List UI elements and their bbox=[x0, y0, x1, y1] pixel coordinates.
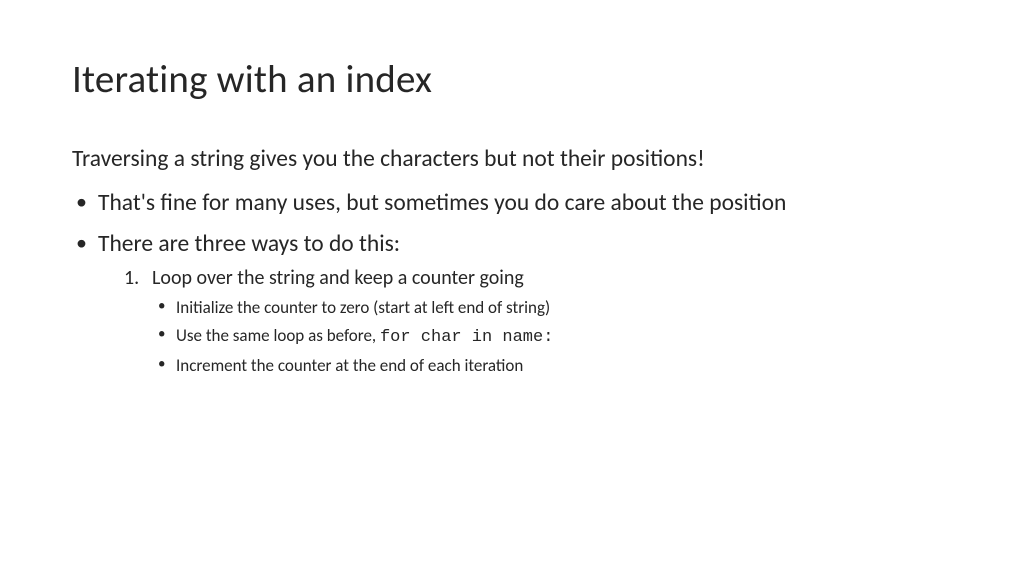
code-snippet: for char in name bbox=[380, 328, 543, 347]
sub-bullet-prefix: Use the same loop as before, bbox=[176, 325, 380, 346]
bullet-text: That's fine for many uses, but sometimes… bbox=[98, 189, 786, 217]
list-item: Loop over the string and keep a counter … bbox=[122, 265, 952, 377]
sub-bullet-text: Initialize the counter to zero (start at… bbox=[176, 297, 550, 318]
numbered-text: Loop over the string and keep a counter … bbox=[152, 266, 524, 290]
sub-bullet-suffix: : bbox=[543, 328, 553, 347]
intro-text: Traversing a string gives you the charac… bbox=[72, 145, 952, 174]
list-item: Use the same loop as before, for char in… bbox=[158, 324, 952, 350]
slide-title: Iterating with an index bbox=[72, 56, 952, 103]
list-item: That's fine for many uses, but sometimes… bbox=[72, 188, 952, 219]
numbered-list: Loop over the string and keep a counter … bbox=[98, 265, 952, 377]
sub-bullet-text: Increment the counter at the end of each… bbox=[176, 355, 523, 376]
bullet-text: There are three ways to do this: bbox=[98, 230, 400, 258]
list-item: Increment the counter at the end of each… bbox=[158, 354, 952, 378]
list-item: There are three ways to do this: Loop ov… bbox=[72, 229, 952, 378]
list-item: Initialize the counter to zero (start at… bbox=[158, 296, 952, 320]
main-bullet-list: That's fine for many uses, but sometimes… bbox=[72, 188, 952, 377]
sub-bullet-list: Initialize the counter to zero (start at… bbox=[152, 296, 952, 377]
